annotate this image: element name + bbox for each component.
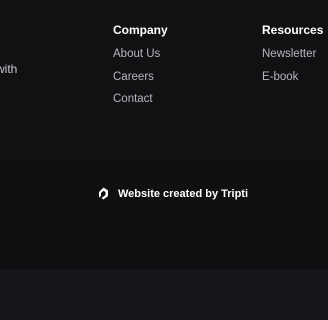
about-us-link[interactable]: About Us	[113, 47, 168, 61]
credit-band	[0, 163, 328, 269]
contact-link[interactable]: Contact	[113, 92, 168, 106]
company-heading: Company	[113, 23, 168, 37]
website-credit[interactable]: Website created by Tripti	[97, 186, 248, 201]
newsletter-link[interactable]: Newsletter	[262, 47, 323, 61]
ebook-link[interactable]: E-book	[262, 70, 323, 84]
footer-description-fragment: with	[0, 62, 18, 76]
company-column: Company About Us Careers Contact	[113, 22, 168, 115]
careers-link[interactable]: Careers	[113, 70, 168, 84]
resources-heading: Resources	[262, 23, 324, 37]
bottom-band	[0, 269, 328, 320]
resources-column: Resources Newsletter E-book	[262, 22, 323, 92]
footer-links-section: with Company About Us Careers Contact Re…	[0, 0, 328, 163]
logo-icon	[99, 187, 108, 200]
credit-text: Website created by Tripti	[118, 187, 249, 200]
